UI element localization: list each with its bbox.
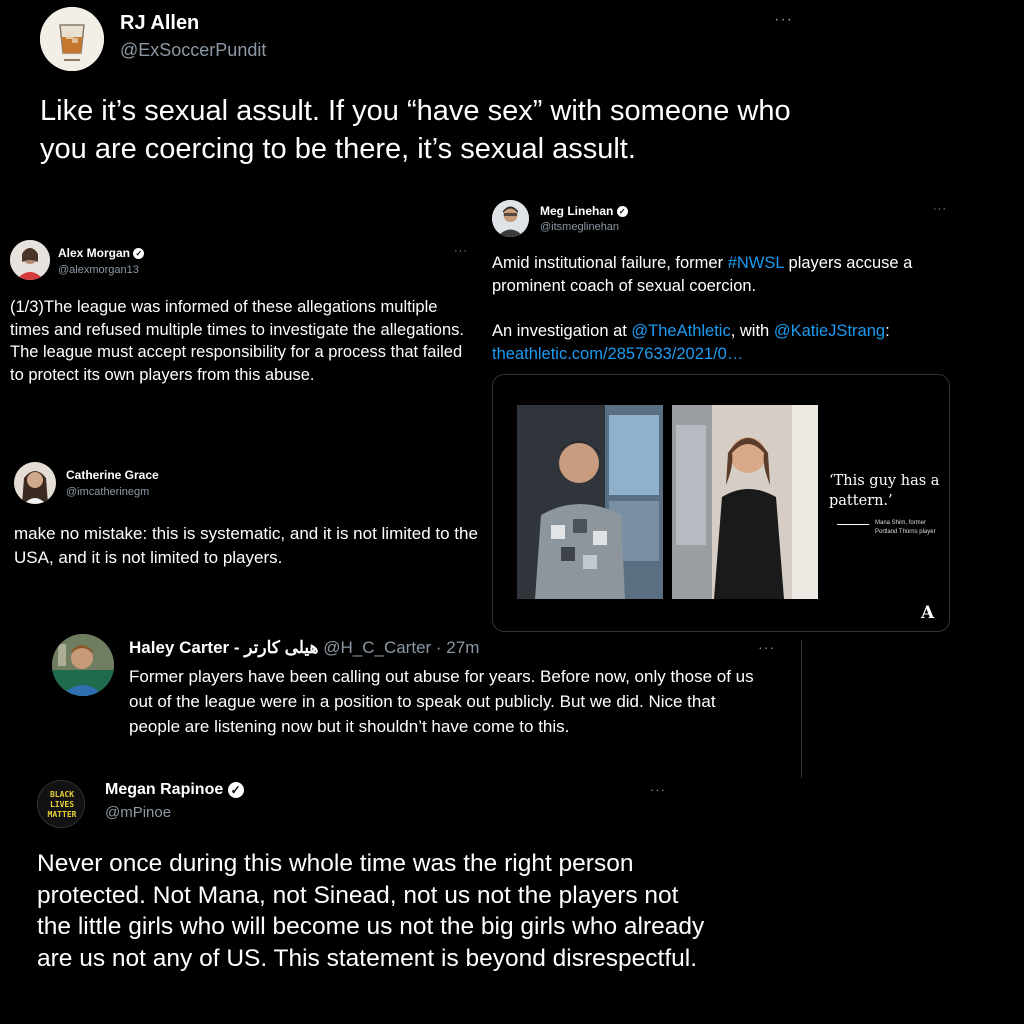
portrait-image [672, 405, 818, 599]
profile-photo-icon [52, 634, 114, 696]
mention-link[interactable]: @TheAthletic [631, 322, 730, 340]
avatar-line-3: MATTER [48, 810, 77, 819]
more-icon[interactable]: ··· [454, 246, 468, 257]
user-handle[interactable]: @alexmorgan13 [58, 264, 139, 276]
display-name-text[interactable]: Megan Rapinoe [105, 781, 223, 798]
tweet-text: Like it’s sexual assult. If you “have se… [40, 95, 791, 165]
avatar[interactable] [40, 7, 104, 71]
verified-badge-icon: ✓ [616, 206, 628, 218]
verified-badge-icon: ✓ [133, 248, 145, 260]
display-name[interactable]: RJ Allen [120, 12, 199, 35]
text-segment: : [885, 322, 890, 340]
tweet-text: Amid institutional failure, former #NWSL… [492, 252, 952, 366]
tweet-text: make no mistake: this is systematic, and… [14, 524, 478, 567]
display-name[interactable]: Haley Carter - هيلى كارتر [129, 638, 319, 657]
tweet-text: Former players have been calling out abu… [129, 667, 754, 736]
display-name[interactable]: Catherine Grace [66, 468, 159, 482]
avatar[interactable]: BLACK LIVES MATTER [37, 780, 85, 828]
more-icon[interactable]: ··· [758, 640, 775, 654]
card-photo-left [517, 405, 663, 599]
avatar-line-1: BLACK [50, 790, 74, 799]
black-lives-matter-avatar-icon: BLACK LIVES MATTER [38, 781, 84, 827]
hashtag-link[interactable]: #NWSL [728, 254, 784, 272]
profile-photo-icon [492, 200, 529, 237]
tweet-text: Never once during this whole time was th… [37, 850, 705, 972]
whiskey-glass-icon [40, 7, 104, 71]
display-name[interactable]: Alex Morgan ✓ [58, 246, 145, 260]
user-handle[interactable]: @mPinoe [105, 804, 171, 821]
mention-link[interactable]: @KatieJStrang [774, 322, 885, 340]
card-photo-right [672, 405, 818, 599]
timestamp[interactable]: · 27m [436, 638, 479, 657]
more-icon[interactable]: ··· [774, 12, 793, 28]
display-name[interactable]: Megan Rapinoe ✓ [105, 781, 244, 799]
user-handle[interactable]: @itsmeglinehan [540, 221, 619, 233]
user-handle[interactable]: @ExSoccerPundit [120, 40, 266, 61]
more-icon[interactable]: ··· [650, 783, 666, 796]
athletic-logo-icon: A [921, 603, 935, 623]
portrait-image [517, 405, 663, 599]
display-name-text[interactable]: Alex Morgan [58, 246, 130, 260]
display-name-text[interactable]: Meg Linehan [540, 204, 613, 218]
user-handle[interactable]: @imcatherinegm [66, 486, 149, 498]
tweet-header: Haley Carter - هيلى كارتر @H_C_Carter · … [129, 638, 479, 658]
url-link[interactable]: theathletic.com/2857633/2021/0… [492, 345, 743, 363]
text-segment: , with [730, 322, 774, 340]
divider [801, 640, 802, 778]
profile-photo-icon [10, 240, 50, 280]
text-segment: Amid institutional failure, former [492, 254, 728, 272]
card-quote: ‘This guy has a pattern.’ [829, 473, 940, 509]
avatar-line-2: LIVES [50, 800, 74, 809]
avatar[interactable] [492, 200, 529, 237]
profile-photo-icon [14, 462, 56, 504]
text-segment: An investigation at [492, 322, 632, 340]
link-preview-card[interactable]: ‘This guy has a pattern.’ Mana Shim, for… [492, 374, 950, 632]
more-icon[interactable]: ··· [933, 204, 947, 215]
avatar[interactable] [10, 240, 50, 280]
card-credit: Mana Shim, former Portland Thorns player [875, 520, 936, 535]
tweet-text: (1/3)The league was informed of these al… [10, 298, 464, 384]
display-name[interactable]: Meg Linehan ✓ [540, 204, 628, 218]
avatar[interactable] [14, 462, 56, 504]
avatar[interactable] [52, 634, 114, 696]
user-handle[interactable]: @H_C_Carter [323, 638, 431, 657]
card-divider [837, 524, 869, 525]
tweet-paragraph-1: Amid institutional failure, former #NWSL… [492, 252, 952, 298]
verified-badge-icon: ✓ [227, 781, 244, 798]
tweet-paragraph-2: An investigation at @TheAthletic, with @… [492, 320, 952, 366]
